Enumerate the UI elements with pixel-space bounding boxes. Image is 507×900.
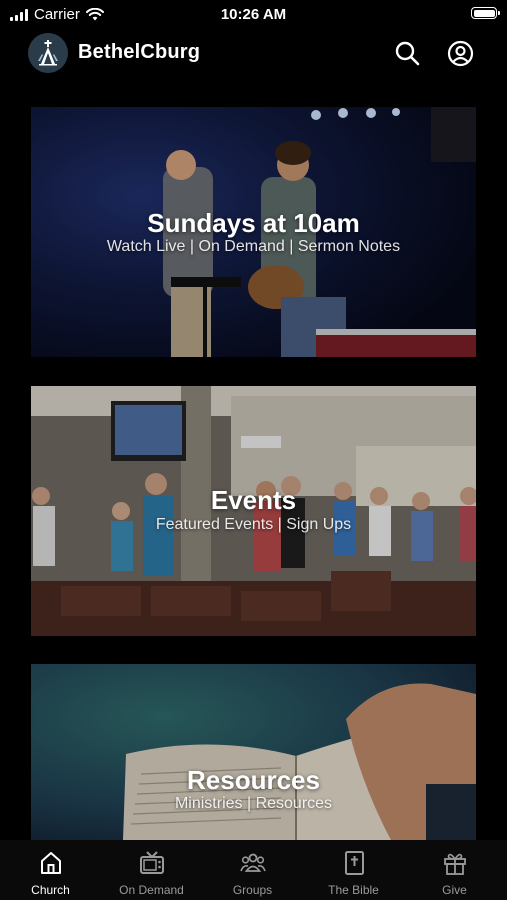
bible-icon	[344, 851, 364, 875]
card-title: Sundays at 10am	[147, 208, 360, 238]
resources-card[interactable]: Resources Ministries | Resources	[31, 664, 476, 840]
battery-icon	[471, 7, 500, 19]
profile-button[interactable]	[445, 38, 475, 68]
search-button[interactable]	[392, 38, 422, 68]
sundays-card[interactable]: Sundays at 10am Watch Live | On Demand |…	[31, 107, 476, 357]
tab-on-demand[interactable]: On Demand	[101, 840, 202, 900]
status-time: 10:26 AM	[220, 6, 287, 23]
card-subtitle: Ministries | Resources	[174, 795, 333, 812]
tab-groups[interactable]: Groups	[202, 840, 303, 900]
tab-label: On Demand	[119, 883, 184, 897]
gift-icon	[443, 853, 466, 875]
card-overlay	[31, 664, 476, 840]
app-header: BethelCburg	[0, 28, 507, 78]
card-title: Events	[210, 485, 297, 515]
tab-label: The Bible	[328, 883, 379, 897]
status-bar: Carrier 10:26 AM	[0, 0, 507, 28]
tab-bar: Church On Demand Groups The Bible Give	[0, 840, 507, 900]
home-icon	[40, 852, 61, 874]
tab-label: Give	[442, 883, 467, 897]
card-title: Resources	[187, 765, 320, 795]
church-logo-icon	[38, 40, 58, 66]
tab-label: Church	[31, 883, 70, 897]
tab-label: Groups	[232, 883, 273, 897]
profile-icon	[447, 40, 473, 66]
tab-church[interactable]: Church	[0, 840, 101, 900]
search-icon	[395, 41, 420, 66]
tv-icon	[139, 851, 164, 874]
tab-the-bible[interactable]: The Bible	[303, 840, 404, 900]
tab-give[interactable]: Give	[404, 840, 505, 900]
groups-icon	[239, 853, 266, 872]
card-subtitle: Watch Live | On Demand | Sermon Notes	[106, 238, 401, 255]
app-title: BethelCburg	[78, 41, 201, 63]
events-card[interactable]: Events Featured Events | Sign Ups	[31, 386, 476, 636]
card-subtitle: Featured Events | Sign Ups	[155, 516, 352, 533]
church-logo[interactable]	[28, 33, 68, 73]
